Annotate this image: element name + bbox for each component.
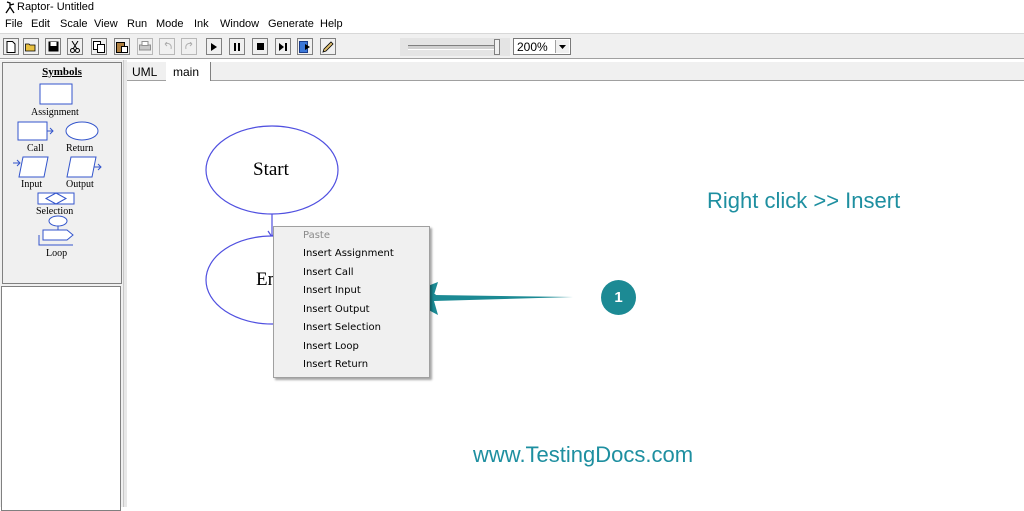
step-number-badge: 1 — [601, 280, 636, 315]
menu-item-paste[interactable]: Paste — [303, 230, 330, 241]
context-menu: Paste Insert Assignment Insert Call Inse… — [273, 226, 430, 378]
menu-item-insert-assignment[interactable]: Insert Assignment — [303, 248, 394, 259]
menu-item-insert-input[interactable]: Insert Input — [303, 285, 361, 296]
menu-item-insert-return[interactable]: Insert Return — [303, 359, 368, 370]
instruction-annotation: Right click >> Insert — [707, 188, 901, 213]
menu-item-insert-selection[interactable]: Insert Selection — [303, 322, 381, 333]
end-label: End — [256, 269, 273, 290]
menu-item-insert-output[interactable]: Insert Output — [303, 304, 370, 315]
flowchart-diagram — [205, 125, 573, 325]
menu-item-insert-loop[interactable]: Insert Loop — [303, 341, 359, 352]
website-watermark: www.TestingDocs.com — [473, 442, 694, 467]
start-label: Start — [253, 159, 289, 180]
menu-item-insert-call[interactable]: Insert Call — [303, 267, 354, 278]
